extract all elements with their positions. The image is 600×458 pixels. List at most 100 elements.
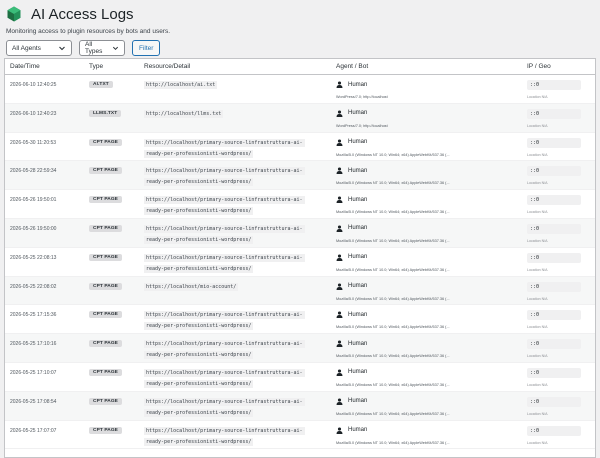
ip-address: ::0 [527, 367, 581, 378]
user-agent-string: Mozilla/5.0 (Windows NT 10.0; Win64; x64… [336, 210, 450, 215]
table-row: 2026-06-10 12:40:25 AI.TXT http://localh… [5, 75, 595, 104]
resource-path-cont: ready-per-professionisti-wordpress/ [144, 437, 254, 446]
user-agent-string: WordPress/7.0; http://localhost [336, 123, 388, 128]
col-resource-header[interactable]: Resource/Detail [144, 63, 190, 70]
resource-path: https://localhost/mio-account/ [144, 282, 239, 291]
cell-ip: ::0 Location N/A [527, 425, 592, 445]
ip-address: ::0 [527, 195, 581, 206]
type-filter-select[interactable]: All Types [79, 40, 125, 56]
cell-resource: https://localhost/primary-source-linfras… [144, 253, 326, 275]
user-agent-string: WordPress/7.0; http://localhost [336, 95, 388, 99]
resource-path: https://localhost/primary-source-linfras… [144, 311, 305, 320]
resource-path: https://localhost/primary-source-linfras… [144, 253, 305, 262]
agent-name: Human [348, 283, 368, 290]
user-icon [336, 254, 343, 261]
type-badge: AI.TXT [89, 81, 113, 88]
agent-name: Human [348, 254, 368, 261]
type-badge: CPT PAGE [89, 426, 122, 434]
cell-datetime: 2026-06-10 12:40:23 [10, 110, 57, 117]
user-agent-string: Mozilla/5.0 (Windows NT 10.0; Win64; x64… [336, 440, 450, 445]
resource-path-cont: ready-per-professionisti-wordpress/ [144, 178, 254, 187]
user-agent-string: Mozilla/5.0 (Windows NT 10.0; Win64; x64… [336, 267, 450, 272]
table-row: 2026-05-30 11:20:53 CPT PAGE https://loc… [5, 133, 595, 162]
cell-agent: Human Mozilla/5.0 (Windows NT 10.0; Win6… [336, 282, 524, 301]
table-body: 2026-06-10 12:40:25 AI.TXT http://localh… [5, 75, 595, 450]
geo-location: Location N/A [527, 152, 548, 157]
type-badge: CPT PAGE [89, 138, 122, 146]
ip-address: ::0 [527, 252, 581, 263]
ip-address: ::0 [527, 108, 581, 119]
cell-agent: Human Mozilla/5.0 (Windows NT 10.0; Win6… [336, 368, 524, 387]
ip-address: ::0 [527, 166, 581, 177]
cell-resource: http://localhost/ai.txt [144, 80, 326, 91]
col-ip-header[interactable]: IP / Geo [527, 63, 551, 70]
agent-name: Human [348, 311, 368, 318]
cell-resource: https://localhost/primary-source-linfras… [144, 166, 326, 188]
user-agent-string: Mozilla/5.0 (Windows NT 10.0; Win64; x64… [336, 181, 450, 186]
filter-button[interactable]: Filter [132, 40, 161, 56]
resource-path: https://localhost/primary-source-linfras… [144, 224, 305, 233]
type-badge: CPT PAGE [89, 282, 122, 290]
table-row: 2026-05-26 19:50:00 CPT PAGE https://loc… [5, 218, 595, 248]
user-icon [336, 427, 343, 434]
cell-resource: http://localhost/llms.txt [144, 109, 326, 120]
cell-datetime: 2026-05-25 17:10:16 [10, 341, 57, 348]
cell-agent: Human Mozilla/5.0 (Windows NT 10.0; Win6… [336, 339, 524, 358]
cell-datetime: 2026-05-28 22:59:34 [10, 168, 57, 175]
table-row: 2026-05-25 17:10:07 CPT PAGE https://loc… [5, 363, 595, 392]
geo-location: Location N/A [527, 267, 548, 272]
user-agent-string: Mozilla/5.0 (Windows NT 10.0; Win64; x64… [336, 411, 450, 416]
cell-agent: Human WordPress/7.0; http://localhost [336, 109, 524, 128]
resource-path-cont: ready-per-professionisti-wordpress/ [144, 264, 254, 273]
cell-resource: https://localhost/mio-account/ [144, 282, 326, 293]
agent-name: Human [348, 340, 368, 347]
user-icon [336, 225, 343, 232]
agent-name: Human [348, 369, 368, 376]
cell-datetime: 2026-05-26 19:50:00 [10, 225, 57, 232]
col-agent-header[interactable]: Agent / Bot [336, 63, 368, 70]
geo-location: Location N/A [527, 210, 548, 215]
geo-location: Location N/A [527, 181, 548, 186]
cell-agent: Human Mozilla/5.0 (Windows NT 10.0; Win6… [336, 397, 524, 416]
cell-ip: ::0 Location N/A [527, 166, 592, 185]
plugin-logo-icon [7, 6, 21, 22]
geo-location: Location N/A [527, 440, 548, 445]
table-row: 2026-05-25 17:10:16 CPT PAGE https://loc… [5, 334, 595, 363]
cell-agent: Human Mozilla/5.0 (Windows NT 10.0; Win6… [336, 253, 524, 272]
resource-path-cont: ready-per-professionisti-wordpress/ [144, 408, 254, 417]
type-badge: CPT PAGE [89, 368, 122, 376]
col-date-header[interactable]: Date/Time [10, 63, 40, 70]
agent-name: Human [348, 110, 368, 117]
agent-name: Human [348, 81, 368, 88]
table-row: 2026-05-25 22:08:13 CPT PAGE https://loc… [5, 248, 595, 277]
user-icon [336, 81, 343, 88]
agent-filter-select[interactable]: All Agents [6, 40, 72, 56]
cell-ip: ::0 Location N/A [527, 108, 592, 128]
ip-address: ::0 [527, 339, 581, 350]
cell-agent: Human Mozilla/5.0 (Windows NT 10.0; Win6… [336, 195, 524, 214]
user-icon [336, 369, 343, 376]
cell-resource: https://localhost/primary-source-linfras… [144, 138, 326, 160]
user-icon [336, 110, 343, 117]
geo-location: Location N/A [527, 123, 548, 128]
cell-datetime: 2026-05-25 22:08:13 [10, 254, 57, 261]
agent-name: Human [348, 139, 368, 146]
cell-ip: ::0 Location N/A [527, 367, 592, 387]
ip-address: ::0 [527, 310, 581, 321]
resource-path: http://localhost/ai.txt [144, 81, 218, 89]
cell-ip: ::0 Location N/A [527, 80, 592, 99]
cell-agent: Human Mozilla/5.0 (Windows NT 10.0; Win6… [336, 426, 524, 445]
ip-address: ::0 [527, 396, 581, 407]
geo-location: Location N/A [527, 382, 548, 387]
resource-path-cont: ready-per-professionisti-wordpress/ [144, 235, 254, 244]
table-row: 2026-05-25 17:15:36 CPT PAGE https://loc… [5, 305, 595, 335]
cell-datetime: 2026-06-10 12:40:25 [10, 82, 57, 88]
table-row: 2026-05-28 22:59:34 CPT PAGE https://loc… [5, 161, 595, 191]
col-type-header[interactable]: Type [89, 63, 103, 70]
agent-name: Human [348, 398, 368, 405]
logs-table: Date/Time Type Resource/Detail Agent / B… [4, 58, 596, 458]
ip-address: ::0 [527, 137, 581, 148]
table-row: 2026-05-25 17:08:54 CPT PAGE https://loc… [5, 391, 595, 421]
type-badge: CPT PAGE [89, 397, 122, 405]
page-title: AI Access Logs [31, 5, 134, 23]
